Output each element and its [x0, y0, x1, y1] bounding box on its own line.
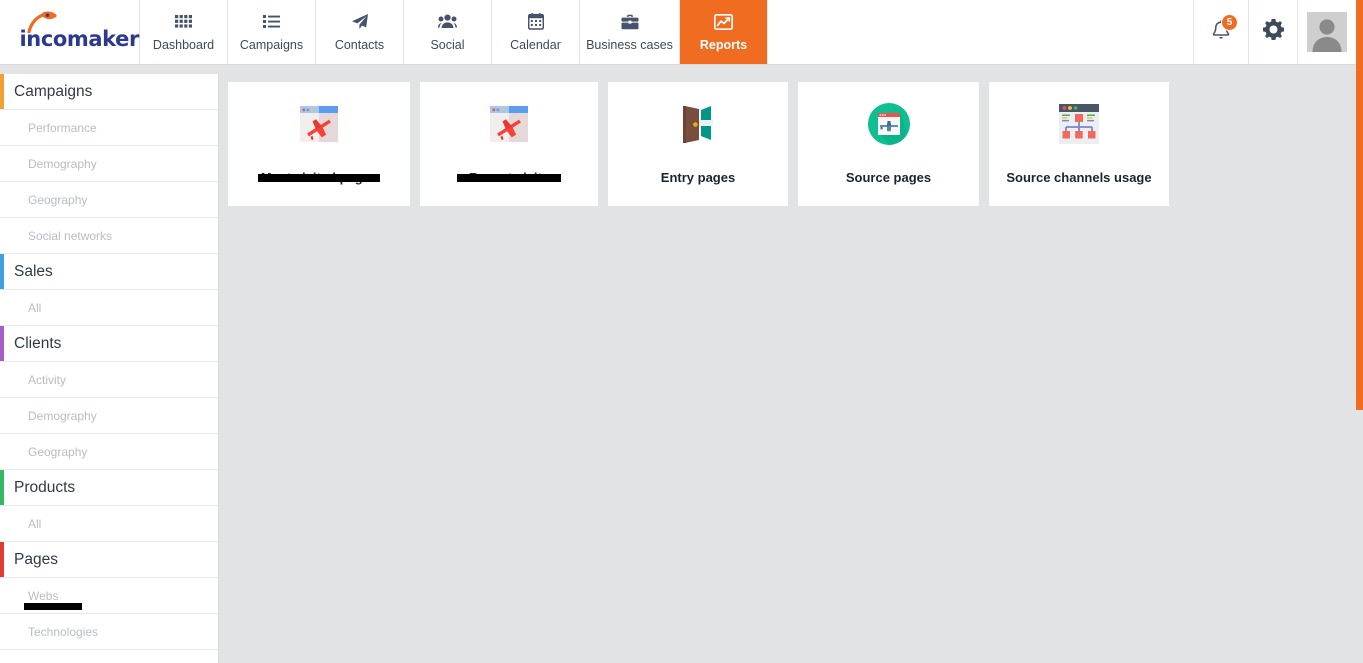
redaction-bar — [258, 174, 380, 182]
notification-badge: 5 — [1221, 14, 1238, 31]
sidebar-item-products-all[interactable]: All — [0, 506, 218, 542]
sidebar-section-label: Campaigns — [14, 82, 93, 100]
sidebar-item-label: Webs — [28, 588, 59, 603]
user-avatar-button[interactable] — [1298, 0, 1356, 64]
sidebar-item-label: Performance — [28, 120, 97, 135]
top-navigation-bar: incomaker Dashboard Campaigns Contacts S… — [0, 0, 1356, 65]
nav-item-label: Social — [430, 37, 465, 52]
grid-icon — [175, 13, 192, 31]
nav-item-campaigns[interactable]: Campaigns — [228, 0, 316, 64]
nav-item-label: Reports — [699, 37, 748, 52]
sidebar-item-label: Demography — [28, 156, 97, 171]
nav-item-contacts[interactable]: Contacts — [316, 0, 404, 64]
sidebar-item-label: Geography — [28, 192, 88, 207]
nav-item-reports[interactable]: Reports — [680, 0, 768, 64]
page-scrollbar-thumb[interactable] — [1356, 0, 1363, 410]
report-card-recent-visits[interactable]: Recent visits — [420, 82, 598, 206]
report-card-label: Source channels usage — [1006, 170, 1152, 185]
paper-plane-icon — [351, 13, 369, 31]
sitemap-browser-icon — [1053, 98, 1105, 150]
sidebar-item-label: Technologies — [28, 624, 99, 639]
section-accent-bar — [0, 470, 4, 505]
sidebar-item-activity[interactable]: Activity — [0, 362, 218, 398]
sidebar-item-label: Demography — [28, 408, 97, 423]
sidebar-item-campaigns-demography[interactable]: Demography — [0, 146, 218, 182]
list-icon — [263, 13, 280, 31]
nav-item-social[interactable]: Social — [404, 0, 492, 64]
sidebar-item-label: All — [28, 300, 42, 315]
sidebar-section-pages[interactable]: Pages — [0, 542, 218, 578]
report-card-source-pages[interactable]: Source pages — [798, 82, 979, 206]
sidebar-item-label: All — [28, 516, 42, 531]
door-exit-icon — [672, 98, 724, 150]
nav-item-label: Campaigns — [239, 37, 304, 52]
nav-item-label: Dashboard — [152, 37, 215, 52]
browser-plane-red-icon — [483, 98, 535, 150]
report-card-row: Most visited pages — [228, 82, 1356, 206]
sidebar-item-label: Social networks — [28, 228, 113, 243]
nav-item-dashboard[interactable]: Dashboard — [140, 0, 228, 64]
gear-icon — [1262, 19, 1284, 45]
sidebar-item-performance[interactable]: Performance — [0, 110, 218, 146]
sidebar-item-clients-demography[interactable]: Demography — [0, 398, 218, 434]
browser-plane-circle-icon — [863, 98, 915, 150]
section-accent-bar — [0, 326, 4, 361]
sidebar-section-label: Sales — [14, 262, 53, 280]
sidebar-item-campaigns-geography[interactable]: Geography — [0, 182, 218, 218]
section-accent-bar — [0, 254, 4, 289]
report-card-source-channels-usage[interactable]: Source channels usage — [989, 82, 1169, 206]
sidebar-section-products[interactable]: Products — [0, 470, 218, 506]
sidebar-item-sales-all[interactable]: All — [0, 290, 218, 326]
report-card-label: Source pages — [845, 170, 932, 185]
calendar-icon — [527, 13, 544, 31]
user-avatar-icon — [1307, 12, 1347, 52]
brand-logo[interactable]: incomaker — [0, 0, 140, 64]
sidebar-section-clients[interactable]: Clients — [0, 326, 218, 362]
report-card-most-visited-pages[interactable]: Most visited pages — [228, 82, 410, 206]
report-card-label: Entry pages — [660, 170, 736, 185]
sidebar-item-label: Activity — [28, 372, 67, 387]
sidebar-item-label: Geography — [28, 444, 88, 459]
report-card-entry-pages[interactable]: Entry pages — [608, 82, 788, 206]
sidebar-section-campaigns[interactable]: Campaigns — [0, 74, 218, 110]
browser-plane-red-icon — [293, 98, 345, 150]
reports-content-area: Most visited pages — [220, 74, 1356, 663]
sidebar-section-label: Clients — [14, 334, 62, 352]
sidebar-item-webs[interactable]: Webs — [0, 578, 218, 614]
nav-spacer — [768, 0, 1194, 64]
briefcase-icon — [621, 13, 639, 31]
nav-item-calendar[interactable]: Calendar — [492, 0, 580, 64]
sidebar-section-label: Pages — [14, 550, 58, 568]
section-accent-bar — [0, 542, 4, 577]
reports-sidebar: Campaigns Performance Demography Geograp… — [0, 74, 219, 663]
sidebar-item-clients-geography[interactable]: Geography — [0, 434, 218, 470]
sidebar-item-technologies[interactable]: Technologies — [0, 614, 218, 650]
nav-item-label: Business cases — [586, 37, 673, 52]
notifications-button[interactable]: 5 — [1194, 0, 1249, 64]
section-accent-bar — [0, 74, 4, 109]
sidebar-section-label: Products — [14, 478, 76, 496]
sidebar-item-social-networks[interactable]: Social networks — [0, 218, 218, 254]
page-scrollbar-track[interactable] — [1356, 0, 1363, 663]
nav-item-label: Calendar — [510, 37, 561, 52]
brand-name: incomaker — [19, 27, 140, 51]
redaction-bar — [24, 603, 82, 610]
chart-line-icon — [714, 13, 733, 31]
sidebar-section-sales[interactable]: Sales — [0, 254, 218, 290]
nav-item-label: Contacts — [334, 37, 385, 52]
users-group-icon — [438, 13, 457, 31]
redaction-bar — [457, 174, 561, 182]
settings-button[interactable] — [1249, 0, 1298, 64]
nav-item-business-cases[interactable]: Business cases — [580, 0, 680, 64]
